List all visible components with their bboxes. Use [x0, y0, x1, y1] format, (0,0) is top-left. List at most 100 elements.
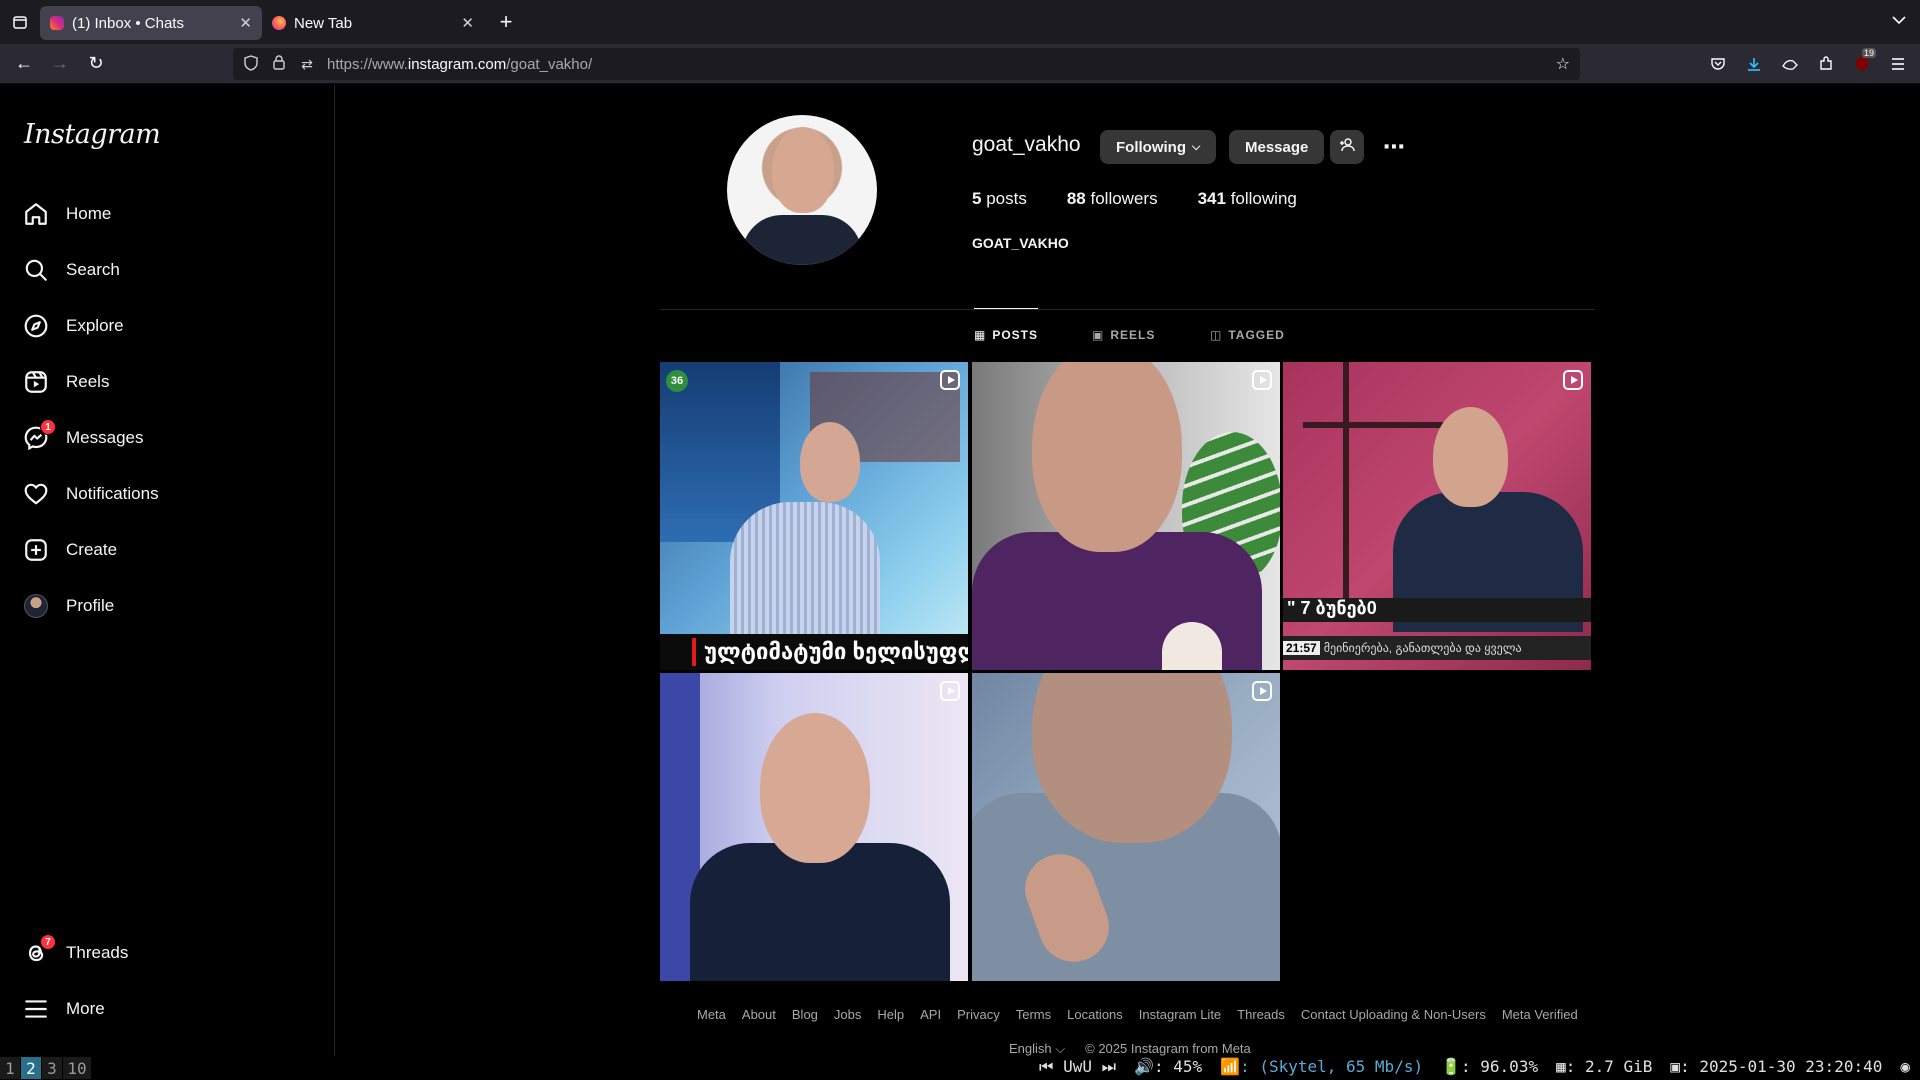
tab-posts[interactable]: ▦ POSTS	[974, 308, 1039, 342]
volume-module[interactable]: 🔊: 45%	[1134, 1057, 1202, 1077]
sidebar-item-threads[interactable]: 7 Threads	[22, 933, 128, 973]
close-tab-icon[interactable]: ✕	[461, 14, 474, 32]
pocket-icon[interactable]	[1704, 46, 1732, 82]
post-tile-5[interactable]	[972, 673, 1280, 981]
calendar-icon: ▣	[1670, 1057, 1681, 1076]
sidebar-item-explore[interactable]: Explore	[22, 306, 124, 346]
sidebar-item-label: Reels	[66, 372, 110, 391]
back-icon[interactable]: ←	[6, 46, 42, 82]
sidebar-item-label: Threads	[66, 943, 129, 962]
following-button[interactable]: Following ⌵	[1100, 130, 1217, 164]
footer-link-instagram-lite[interactable]: Instagram Lite	[1139, 1007, 1221, 1022]
footer-link-jobs[interactable]: Jobs	[834, 1007, 861, 1022]
tab-title: (1) Inbox • Chats	[72, 14, 184, 32]
chevron-down-icon[interactable]	[1892, 12, 1906, 28]
extensions-icon[interactable]	[1812, 46, 1840, 82]
media-module[interactable]: ⏮ UwU ⏭	[1039, 1057, 1116, 1077]
hamburger-menu-icon[interactable]	[1884, 46, 1912, 82]
forward-icon[interactable]: →	[42, 46, 78, 82]
profile-username: goat_vakho	[972, 133, 1081, 156]
notification-count-badge: 36	[666, 370, 688, 392]
system-status-bar: 1 2 3 10 ⏮ UwU ⏭ 🔊: 45% 📶: (Skytel, 65 M…	[0, 1056, 1920, 1080]
workspace-2[interactable]: 2	[21, 1057, 41, 1079]
sidebar-item-search[interactable]: Search	[22, 250, 120, 290]
footer-link-blog[interactable]: Blog	[792, 1007, 818, 1022]
language-select[interactable]: English ⌵	[1009, 1041, 1065, 1057]
profile-full-name: GOAT_VAKHO	[972, 235, 1069, 251]
reel-icon	[1252, 370, 1272, 390]
sidebar-item-label: More	[66, 999, 105, 1018]
footer-link-meta-verified[interactable]: Meta Verified	[1502, 1007, 1578, 1022]
footer-links: Meta About Blog Jobs Help API Privacy Te…	[697, 1007, 1578, 1022]
privacy-badger-icon[interactable]	[1776, 46, 1804, 82]
followers-stat[interactable]: 88 followers	[1067, 189, 1158, 209]
reload-icon[interactable]: ↻	[78, 46, 114, 82]
lock-icon[interactable]	[271, 55, 287, 73]
instagram-logo[interactable]: Instagram	[24, 119, 161, 150]
workspace-10[interactable]: 10	[63, 1057, 91, 1079]
sidebar-item-profile[interactable]: Profile	[22, 586, 114, 626]
copyright-text: © 2025 Instagram from Meta	[1085, 1041, 1251, 1056]
footer-link-help[interactable]: Help	[877, 1007, 904, 1022]
posts-stat: 5 posts	[972, 189, 1027, 208]
message-button[interactable]: Message	[1229, 130, 1325, 164]
post-tile-2[interactable]	[972, 362, 1280, 670]
sidebar-item-messages[interactable]: 1 Messages	[22, 418, 143, 458]
sidebar-item-notifications[interactable]: Notifications	[22, 474, 159, 514]
footer-link-meta[interactable]: Meta	[697, 1007, 726, 1022]
close-tab-icon[interactable]: ✕	[239, 14, 252, 32]
footer-link-api[interactable]: API	[920, 1007, 941, 1022]
permissions-icon[interactable]: ⇄	[299, 56, 315, 73]
search-icon	[22, 256, 50, 284]
footer-link-threads[interactable]: Threads	[1237, 1007, 1285, 1022]
messenger-icon: 1	[22, 419, 56, 452]
footer-link-privacy[interactable]: Privacy	[957, 1007, 1000, 1022]
sidebar-item-label: Create	[66, 540, 118, 559]
new-tab-button[interactable]: +	[488, 4, 524, 40]
profile-stats: 5 posts 88 followers 341 following	[972, 189, 1297, 209]
wifi-icon: 📶	[1220, 1057, 1241, 1076]
ublock-icon[interactable]: 19	[1848, 46, 1876, 82]
sidebar-item-more[interactable]: More	[22, 989, 105, 1029]
sidebar-item-home[interactable]: Home	[22, 194, 111, 234]
download-icon[interactable]	[1740, 46, 1768, 82]
suggest-user-button[interactable]	[1330, 130, 1364, 164]
bookmark-star-icon[interactable]: ☆	[1556, 54, 1570, 74]
sidebar: Instagram Home Search Explore Reels 1 Me…	[0, 85, 335, 1056]
following-stat[interactable]: 341 following	[1198, 189, 1297, 209]
footer-link-contact-uploading[interactable]: Contact Uploading & Non-Users	[1301, 1007, 1486, 1022]
grid-icon: ▦	[974, 328, 987, 342]
browser-tab-bar: (1) Inbox • Chats ✕ New Tab ✕ +	[0, 0, 1920, 44]
url-bar[interactable]: ⇄ https://www.instagram.com/goat_vakho/ …	[233, 48, 1580, 80]
compass-icon	[22, 312, 50, 340]
sidebar-item-create[interactable]: Create	[22, 530, 117, 570]
footer-link-locations[interactable]: Locations	[1067, 1007, 1123, 1022]
footer-bottom: English ⌵ © 2025 Instagram from Meta	[1009, 1041, 1251, 1057]
threads-badge: 7	[40, 934, 56, 950]
menu-icon	[22, 995, 50, 1023]
tab-tagged[interactable]: ◫ TAGGED	[1210, 328, 1285, 342]
post-tile-4[interactable]	[660, 673, 968, 981]
tab-new-tab[interactable]: New Tab ✕	[262, 6, 484, 40]
network-module[interactable]: 📶: (Skytel, 65 Mb/s)	[1220, 1057, 1423, 1077]
profile-avatar-large[interactable]	[727, 115, 877, 265]
post-caption: " 7 ბუნებ0	[1283, 598, 1591, 622]
url-text[interactable]: https://www.instagram.com/goat_vakho/	[327, 56, 592, 73]
tag-icon: ◫	[1210, 328, 1223, 342]
workspace-1[interactable]: 1	[0, 1057, 20, 1079]
footer-link-about[interactable]: About	[742, 1007, 776, 1022]
tab-inbox[interactable]: (1) Inbox • Chats ✕	[40, 6, 262, 40]
chevron-down-icon: ⌵	[1055, 1041, 1066, 1056]
tab-list-icon[interactable]	[0, 0, 40, 44]
sidebar-item-reels[interactable]: Reels	[22, 362, 109, 402]
tab-reels[interactable]: ▣ REELS	[1092, 328, 1155, 342]
workspace-3[interactable]: 3	[42, 1057, 62, 1079]
post-tile-1[interactable]: 36 ულტიმატუმი ხელისუფლ	[660, 362, 968, 670]
tray-discord-icon[interactable]: ◉	[1900, 1057, 1910, 1077]
shield-icon[interactable]	[243, 54, 259, 74]
firefox-favicon-icon	[272, 16, 286, 30]
post-tile-3[interactable]: " 7 ბუნებ0 21:57 მეინიერება, განათლება დ…	[1283, 362, 1591, 670]
options-icon[interactable]: ⋯	[1377, 130, 1411, 164]
footer-link-terms[interactable]: Terms	[1016, 1007, 1051, 1022]
heart-icon	[22, 480, 50, 508]
